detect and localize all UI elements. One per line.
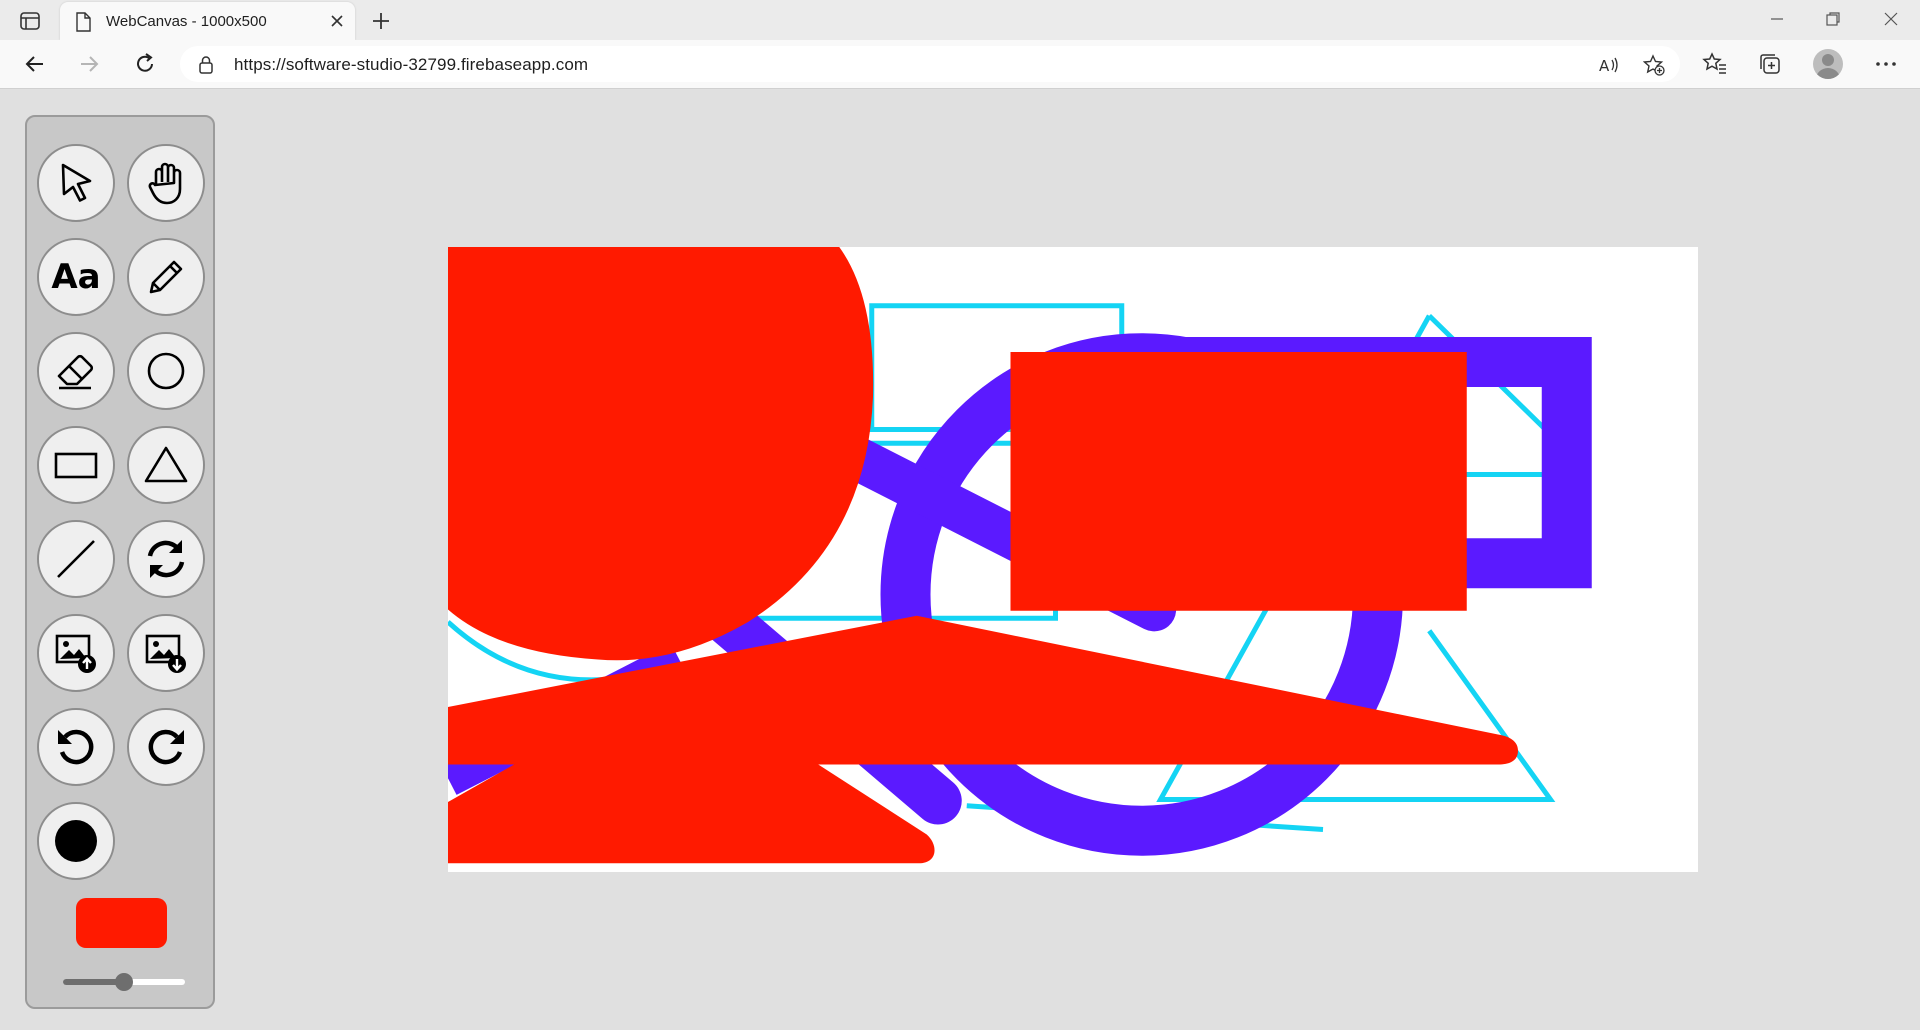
color-picker[interactable] <box>76 898 167 948</box>
svg-text:A: A <box>1599 57 1610 75</box>
circle-tool-button[interactable] <box>127 332 205 410</box>
new-tab-icon[interactable] <box>368 8 394 34</box>
tab-title: WebCanvas - 1000x500 <box>106 13 267 30</box>
close-tab-icon[interactable] <box>329 13 345 29</box>
drawing-canvas[interactable] <box>448 247 1698 872</box>
browser-tab[interactable]: WebCanvas - 1000x500 <box>60 2 355 40</box>
red-rectangle <box>1010 352 1467 611</box>
back-icon[interactable] <box>22 51 48 77</box>
restore-icon[interactable] <box>1824 10 1842 28</box>
filled-circle-icon <box>55 820 97 862</box>
profile-avatar[interactable] <box>1813 49 1843 79</box>
red-circle-shape <box>448 247 874 661</box>
triangle-icon <box>144 446 188 483</box>
read-aloud-icon[interactable]: A <box>1598 54 1620 76</box>
redo-icon <box>148 729 184 765</box>
undo-icon <box>58 729 94 765</box>
url-text: https://software-studio-32799.firebaseap… <box>234 55 589 74</box>
text-tool-glyph: Aa <box>51 257 101 297</box>
select-tool-button[interactable] <box>37 144 115 222</box>
line-icon <box>57 540 95 578</box>
more-icon[interactable] <box>1873 51 1899 77</box>
close-window-icon[interactable] <box>1882 10 1900 28</box>
eraser-icon <box>57 354 94 390</box>
undo-button[interactable] <box>37 708 115 786</box>
page-icon <box>75 12 91 37</box>
reset-tool-button[interactable] <box>127 520 205 598</box>
pencil-icon <box>149 260 183 294</box>
forward-icon[interactable] <box>76 51 102 77</box>
collections-icon[interactable] <box>1757 51 1783 77</box>
refresh-icon[interactable] <box>132 51 158 77</box>
red-triangle-shape <box>448 759 935 864</box>
line-tool-button[interactable] <box>37 520 115 598</box>
tab-actions-icon[interactable] <box>14 8 46 34</box>
tool-panel: Aa <box>25 115 215 1009</box>
image-download-icon <box>145 634 186 673</box>
refresh-icon <box>147 540 185 578</box>
eraser-tool-button[interactable] <box>37 332 115 410</box>
circle-icon <box>147 352 185 390</box>
lock-icon[interactable] <box>198 55 214 80</box>
rectangle-icon <box>54 452 98 479</box>
hand-icon <box>148 162 182 205</box>
minimize-icon[interactable] <box>1768 10 1786 28</box>
brush-size-slider[interactable] <box>63 972 185 991</box>
address-bar: https://software-studio-32799.firebaseap… <box>0 40 1920 89</box>
cursor-icon <box>61 163 92 202</box>
redo-button[interactable] <box>127 708 205 786</box>
text-tool-button[interactable]: Aa <box>37 238 115 316</box>
canvas-drawing <box>448 247 1592 864</box>
browser-tab-bar: WebCanvas - 1000x500 <box>0 0 1920 40</box>
triangle-tool-button[interactable] <box>127 426 205 504</box>
download-image-button[interactable] <box>127 614 205 692</box>
add-favorite-icon[interactable] <box>1642 54 1665 76</box>
rectangle-tool-button[interactable] <box>37 426 115 504</box>
pencil-tool-button[interactable] <box>127 238 205 316</box>
image-upload-icon <box>55 634 96 673</box>
url-input[interactable]: https://software-studio-32799.firebaseap… <box>180 46 1680 82</box>
pan-tool-button[interactable] <box>127 144 205 222</box>
upload-image-button[interactable] <box>37 614 115 692</box>
brush-shape-button[interactable] <box>37 802 115 880</box>
slider-thumb[interactable] <box>115 973 133 991</box>
favorites-icon[interactable] <box>1702 51 1728 77</box>
